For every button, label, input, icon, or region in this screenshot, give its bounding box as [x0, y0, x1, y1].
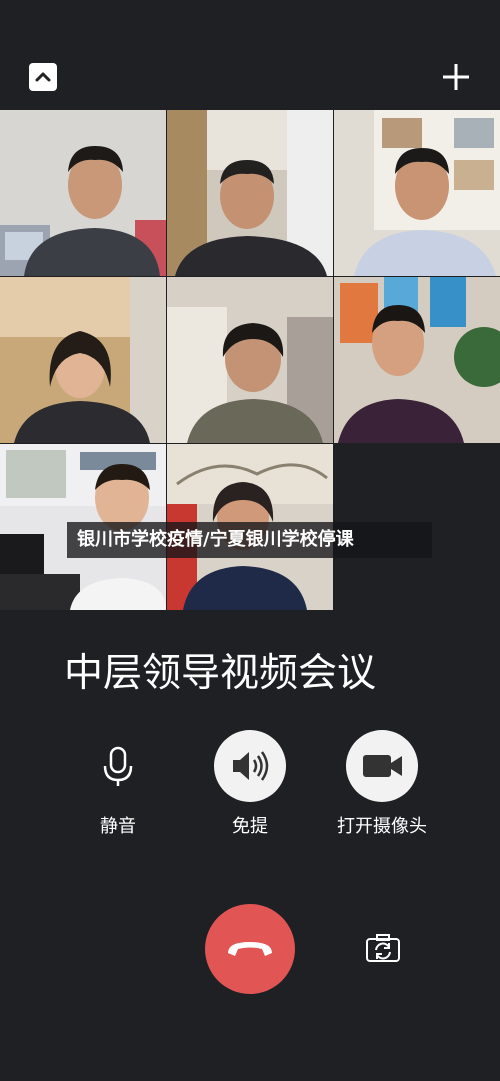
video-camera-icon [363, 755, 402, 777]
switch-camera-button[interactable] [364, 932, 402, 964]
phone-hangup-icon [228, 942, 272, 956]
camera-switch-icon [366, 934, 400, 962]
collapse-button[interactable] [29, 63, 57, 91]
mute-label: 静音 [100, 816, 136, 837]
participant-video-tile[interactable] [167, 277, 333, 443]
participant-video-tile[interactable] [334, 110, 500, 276]
meeting-title: 中层领导视频会议 [64, 651, 377, 696]
participant-video-tile[interactable] [0, 277, 166, 443]
participant-video-tile[interactable] [167, 110, 333, 276]
camera-button-circle[interactable] [346, 730, 418, 802]
add-participant-button[interactable] [442, 63, 470, 91]
camera-label: 打开摄像头 [337, 816, 427, 837]
top-bar [0, 0, 500, 110]
participant-video-tile[interactable] [0, 110, 166, 276]
microphone-icon [103, 746, 133, 786]
plus-icon [443, 64, 469, 90]
hangup-button[interactable] [205, 904, 295, 994]
caption-overlay: 银川市学校疫情/宁夏银川学校停课 [67, 522, 432, 558]
speaker-icon [233, 751, 269, 781]
camera-button[interactable]: 打开摄像头 [327, 730, 437, 838]
mute-button-circle[interactable] [82, 730, 154, 802]
chevron-up-icon [35, 72, 51, 82]
speaker-label: 免提 [232, 816, 268, 837]
speaker-button[interactable]: 免提 [195, 730, 305, 838]
participant-video-tile[interactable] [334, 277, 500, 443]
speaker-button-circle[interactable] [214, 730, 286, 802]
mute-button[interactable]: 静音 [63, 730, 173, 838]
